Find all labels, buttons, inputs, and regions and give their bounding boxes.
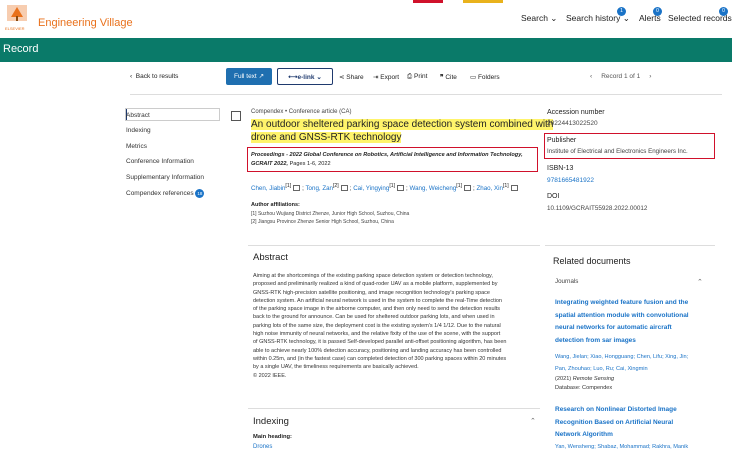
related-doc-1-title[interactable]: Integrating weighted feature fusion and … [555,297,689,347]
print-icon: ⎙ [407,73,415,80]
elink-chain-icon: ⟷ [288,74,298,81]
author-list: Chen, Jiabin[1]; Tong, Zan[2]; Cai, Ying… [251,183,520,192]
page-title: Record [3,43,39,55]
journals-section-label: Journals [555,278,579,285]
chevron-left-icon[interactable]: ‹ [590,73,601,80]
chevron-right-icon[interactable]: › [640,73,651,80]
divider [130,94,722,95]
sidebar-item-conference[interactable]: Conference Information [126,158,194,165]
folders-button[interactable]: ▭ Folders [470,73,500,81]
sidebar-item-references[interactable]: Compendex references 18 [126,189,205,198]
email-icon[interactable] [340,185,348,192]
cite-button[interactable]: ❞ Cite [440,73,457,81]
affiliation-2: [2] Jiangsu Province Zhenze Senior High … [251,219,394,225]
export-button[interactable]: ⇥ Export [373,73,399,81]
abstract-text: Aiming at the shortcomings of the existi… [253,273,507,379]
sidebar-item-indexing[interactable]: Indexing [126,127,151,134]
record-navigation: ‹ Record 1 of 1 › [590,73,652,80]
chevron-down-icon: ⌄ [547,13,558,23]
email-icon[interactable] [510,185,518,192]
sidebar-item-supplementary[interactable]: Supplementary Information [126,174,204,181]
divider [248,245,540,246]
e-link-button[interactable]: ⟷e-link ⌄ [277,68,333,85]
page-title-bar: Record [0,38,732,62]
author-link[interactable]: Zhao, Xin [476,185,502,192]
alerts-badge: 0 [653,7,662,16]
source-type-line: Compendex • Conference article (CA) [251,109,352,115]
folder-icon: ▭ [470,74,478,81]
divider [545,245,715,246]
affiliations-label: Author affiliations: [251,202,300,208]
related-doc-2-authors[interactable]: Yan, Wensheng; Shabaz, Mohammad; Rakhra,… [555,444,688,450]
full-text-button[interactable]: Full text ↗ [226,68,272,85]
decor-strip [413,0,443,3]
accession-number: 20224413022520 [547,120,598,127]
selected-records-badge: 0 [719,7,728,16]
email-icon[interactable] [464,185,472,192]
share-button[interactable]: ⋖ Share [339,73,364,81]
print-button[interactable]: ⎙ Print [407,73,427,81]
related-doc-2-title[interactable]: Research on Nonlinear Distorted Image Rec… [555,404,677,442]
author-link[interactable]: Cai, Yingying [353,185,389,192]
divider [248,408,540,409]
publisher-label: Publisher [547,137,577,144]
abstract-heading: Abstract [253,252,288,263]
author-link[interactable]: Wang, Weicheng [410,185,457,192]
author-link[interactable]: Tong, Zan [305,185,333,192]
isbn-link[interactable]: 9781665481922 [547,177,717,184]
related-doc-1-authors[interactable]: Wang, Jielan; Xiao, Hongguang; Chen, Lif… [555,351,688,375]
accession-label: Accession number [547,109,605,116]
author-link[interactable]: Chen, Jiabin [251,185,285,192]
select-record-checkbox[interactable] [231,111,241,121]
email-icon[interactable] [293,185,301,192]
sidebar-item-metrics[interactable]: Metrics [126,143,147,150]
related-doc-1-db: Database: Compendex [555,385,613,391]
publisher-value: Institute of Electrical and Electronics … [547,148,688,155]
back-to-results-link[interactable]: ‹ Back to results [130,73,178,80]
email-icon[interactable] [397,185,405,192]
doi-value: 10.1109/GCRAIT55928.2022.00012 [547,205,648,212]
search-menu[interactable]: Search ⌄ [521,13,557,24]
chevron-up-icon[interactable]: ⌃ [697,278,703,286]
search-history-badge: 1 [617,7,626,16]
brand-name[interactable]: Engineering Village [38,17,133,29]
chevron-down-icon: ⌄ [314,74,322,81]
related-heading: Related documents [553,256,631,266]
sidebar-item-abstract[interactable]: Abstract [126,112,150,119]
affiliation-1: [1] Suzhou Wujiang District Zhenze, Juni… [251,211,410,217]
related-doc-1-source: (2021) Remote Sensing [555,376,615,382]
main-heading-label: Main heading: [253,434,292,440]
doi-label: DOI [547,193,560,200]
proceedings-info: Proceedings - 2022 Global Conference on … [251,152,523,167]
chevron-up-icon[interactable]: ⌃ [530,417,536,425]
external-link-icon: ↗ [258,73,265,80]
site-header: ELSEVIER Engineering Village Search ⌄ Se… [0,0,732,38]
isbn-label: ISBN-13 [547,165,574,172]
decor-strip [463,0,503,3]
elsevier-tree-icon [7,5,27,21]
elsevier-logo-text: ELSEVIER [5,26,25,31]
references-count-badge: 18 [195,189,205,198]
main-heading-link[interactable]: Drones [253,444,272,450]
article-title: An outdoor sheltered parking space detec… [251,119,554,143]
indexing-heading: Indexing [253,416,289,427]
